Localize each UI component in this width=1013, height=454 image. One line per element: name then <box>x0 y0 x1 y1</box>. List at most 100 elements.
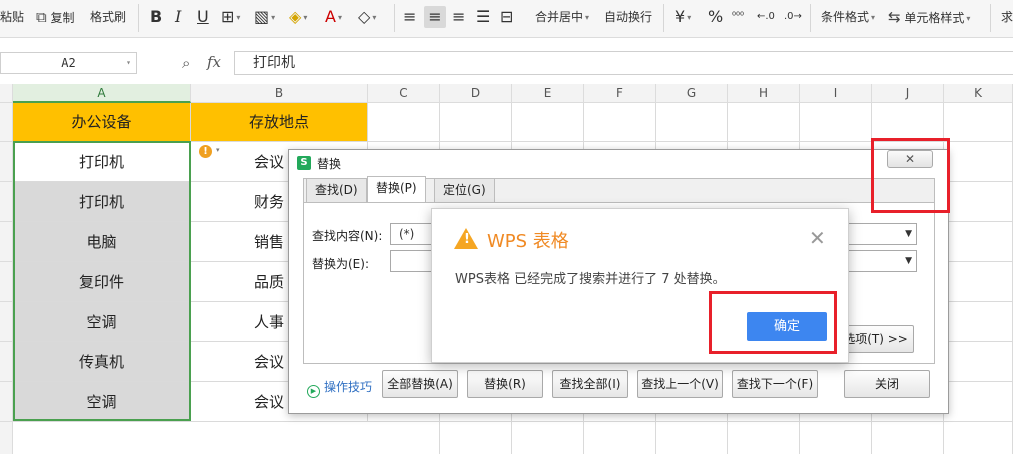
column-header-d[interactable]: D <box>440 84 512 103</box>
align-right-icon[interactable]: ≡ <box>452 6 465 28</box>
column-header-e[interactable]: E <box>512 84 584 103</box>
row-header[interactable] <box>0 142 13 182</box>
font-color-icon[interactable]: A ▾ <box>325 6 342 28</box>
column-header-j[interactable]: J <box>872 84 944 103</box>
empty-cell[interactable] <box>944 422 1013 454</box>
warning-icon[interactable]: ! <box>199 145 212 158</box>
row-header[interactable] <box>0 262 13 302</box>
find-previous-button[interactable]: 查找上一个(V) <box>637 370 723 398</box>
tab-goto[interactable]: 定位(G) <box>434 178 495 202</box>
column-header-c[interactable]: C <box>368 84 440 103</box>
column-header-i[interactable]: I <box>800 84 872 103</box>
cell-equipment[interactable]: 空调 <box>13 302 191 342</box>
row-header[interactable] <box>0 302 13 342</box>
tips-link[interactable]: ▶ 操作技巧 <box>307 378 372 398</box>
auto-wrap-button[interactable]: 自动换行 <box>604 6 652 28</box>
empty-cell[interactable] <box>872 422 944 454</box>
format-painter-button[interactable]: 格式刷 <box>90 6 126 28</box>
column-header-h[interactable]: H <box>728 84 800 103</box>
header-cell-equipment[interactable]: 办公设备 <box>13 103 191 142</box>
empty-cell[interactable] <box>728 103 800 142</box>
tab-find[interactable]: 查找(D) <box>306 178 367 202</box>
column-header-a[interactable]: A <box>13 84 191 103</box>
empty-cell[interactable] <box>800 103 872 142</box>
percent-button[interactable]: % <box>708 6 723 28</box>
currency-button[interactable]: ¥ ▾ <box>675 6 691 28</box>
merge-center-button[interactable]: 合并居中 ▾ <box>535 6 589 28</box>
decrease-decimal-icon[interactable]: .0→ <box>784 6 802 28</box>
border-icon[interactable]: ⊞ ▾ <box>221 6 240 28</box>
column-header-b[interactable]: B <box>191 84 368 103</box>
empty-cell[interactable] <box>944 342 1013 382</box>
cell-equipment[interactable]: 复印件 <box>13 262 191 302</box>
bold-icon[interactable]: B <box>150 6 162 28</box>
column-header-f[interactable]: F <box>584 84 656 103</box>
empty-cell[interactable] <box>728 422 800 454</box>
formula-input[interactable]: 打印机 <box>234 51 1013 75</box>
row-header[interactable] <box>0 103 13 142</box>
row-header[interactable] <box>0 422 13 454</box>
justify-icon[interactable]: ☰ <box>476 6 490 28</box>
empty-cell[interactable] <box>656 422 728 454</box>
empty-cell[interactable] <box>656 103 728 142</box>
select-all-corner[interactable] <box>0 84 13 103</box>
header-cell-location[interactable]: 存放地点 <box>191 103 368 142</box>
empty-cell[interactable] <box>944 222 1013 262</box>
italic-icon[interactable]: I <box>175 6 181 28</box>
paste-button[interactable]: 粘贴 <box>0 6 24 28</box>
close-icon[interactable]: ✕ <box>887 150 933 168</box>
cell-equipment[interactable]: 电脑 <box>13 222 191 262</box>
fill-pattern-icon[interactable]: ▧ ▾ <box>254 6 275 28</box>
fx-icon[interactable]: fx <box>207 53 221 71</box>
chevron-down-icon[interactable]: ▼ <box>905 224 912 244</box>
row-header[interactable] <box>0 182 13 222</box>
distributed-icon[interactable]: ⊟ <box>500 6 513 28</box>
chevron-down-icon[interactable]: ▾ <box>216 146 220 154</box>
empty-cell[interactable] <box>944 142 1013 182</box>
eraser-icon[interactable]: ◇ ▾ <box>358 6 376 28</box>
empty-cell[interactable] <box>872 103 944 142</box>
empty-cell[interactable] <box>944 382 1013 422</box>
empty-cell[interactable] <box>368 422 440 454</box>
cell-style-button[interactable]: ⇆ 单元格样式 ▾ <box>888 6 970 28</box>
empty-cell[interactable] <box>944 182 1013 222</box>
align-center-icon[interactable]: ≡ <box>424 6 446 28</box>
cell-equipment[interactable]: 打印机 <box>13 142 191 182</box>
conditional-format-button[interactable]: 条件格式 ▾ <box>821 6 875 28</box>
find-next-button[interactable]: 查找下一个(F) <box>732 370 818 398</box>
name-box[interactable]: A2 ▾ <box>0 52 137 74</box>
replace-button[interactable]: 替换(R) <box>467 370 543 398</box>
underline-icon[interactable]: U <box>197 6 209 28</box>
row-header[interactable] <box>0 382 13 422</box>
find-all-button[interactable]: 查找全部(I) <box>552 370 628 398</box>
empty-cell[interactable] <box>800 422 872 454</box>
column-header-g[interactable]: G <box>656 84 728 103</box>
replace-all-button[interactable]: 全部替换(A) <box>382 370 458 398</box>
empty-cell[interactable] <box>512 422 584 454</box>
thousands-icon[interactable]: ⁰⁰⁰ <box>732 6 744 28</box>
column-header-k[interactable]: K <box>944 84 1013 103</box>
empty-cell[interactable] <box>584 422 656 454</box>
cell-equipment[interactable]: 传真机 <box>13 342 191 382</box>
empty-cell[interactable] <box>512 103 584 142</box>
copy-button[interactable]: ⧉ 复制 <box>36 6 75 28</box>
empty-cell[interactable] <box>944 302 1013 342</box>
ok-button[interactable]: 确定 <box>747 312 827 341</box>
empty-cell[interactable] <box>368 103 440 142</box>
empty-cell[interactable] <box>944 262 1013 302</box>
empty-cell[interactable] <box>584 103 656 142</box>
chevron-down-icon[interactable]: ▼ <box>905 251 912 271</box>
row-header[interactable] <box>0 222 13 262</box>
dialog-titlebar[interactable]: S 替换 ✕ <box>289 150 948 176</box>
sum-button[interactable]: 求 <box>1001 6 1013 28</box>
increase-decimal-icon[interactable]: ←.0 <box>757 6 775 28</box>
empty-cell[interactable] <box>440 422 512 454</box>
tab-replace[interactable]: 替换(P) <box>367 176 426 203</box>
close-button[interactable]: 关闭 <box>844 370 930 398</box>
fill-color-icon[interactable]: ◈ ▾ <box>289 6 307 28</box>
empty-cell[interactable] <box>944 103 1013 142</box>
align-left-icon[interactable]: ≡ <box>403 6 416 28</box>
empty-cell[interactable] <box>440 103 512 142</box>
cell-equipment[interactable]: 空调 <box>13 382 191 422</box>
zoom-search-icon[interactable]: ⌕ <box>182 54 190 72</box>
